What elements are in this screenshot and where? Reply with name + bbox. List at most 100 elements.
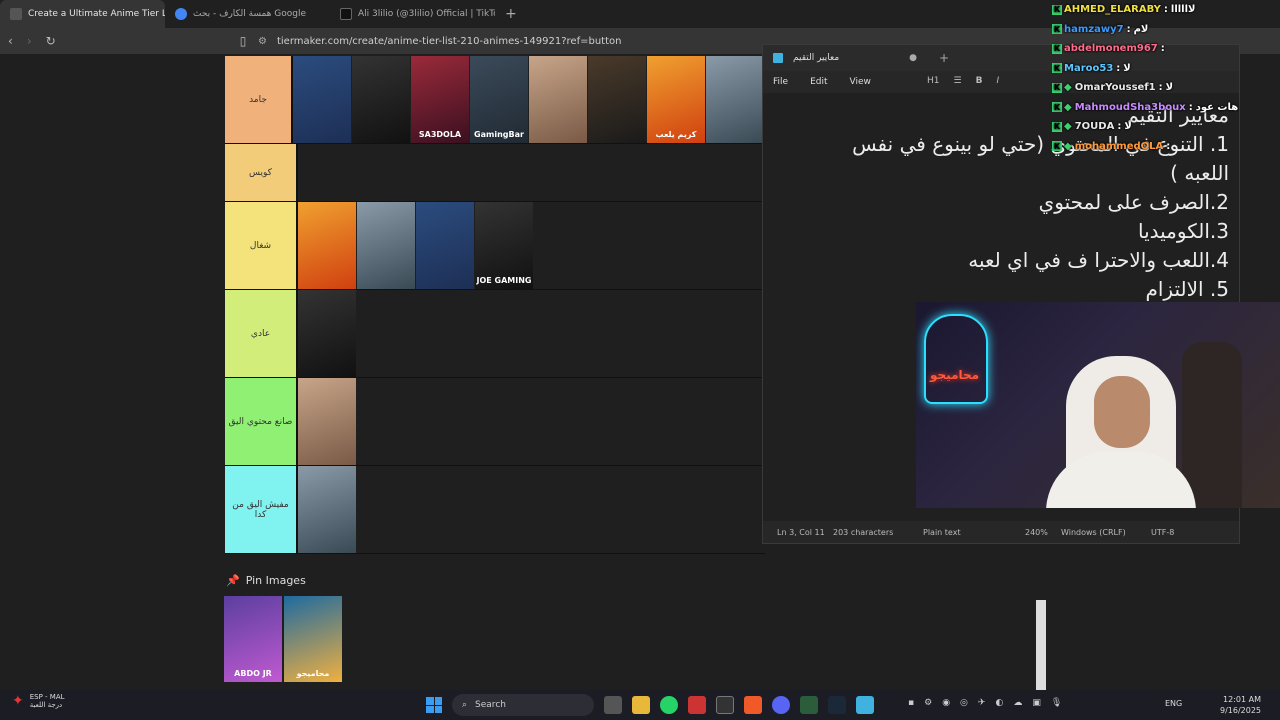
encoding[interactable]: UTF-8 <box>1151 528 1174 537</box>
kick-badge-icon: K <box>1052 102 1062 113</box>
close-tab-icon[interactable]: ● <box>909 53 917 63</box>
chat-username[interactable]: AHMED_ELARABY <box>1064 4 1161 15</box>
file-explorer-icon[interactable] <box>632 696 650 714</box>
browser-tab-3[interactable]: Ali 3lilio (@3lilio) Official | TikTok <box>330 0 495 28</box>
taskbar-search[interactable]: ⌕ Search <box>452 694 594 716</box>
tier-item-image[interactable]: JOE GAMING <box>475 202 533 289</box>
site-info-icon[interactable]: ⚙ <box>258 36 267 47</box>
tier-item-image[interactable]: كريم يلعب <box>647 56 705 143</box>
back-arrow-icon[interactable]: ‹ <box>8 34 13 48</box>
neon-sign-icon <box>924 314 988 404</box>
tier-items <box>298 466 765 553</box>
pin-icon: 📌 <box>226 574 240 587</box>
browser-tab-2[interactable]: همسة الكارف - بحث Google <box>165 0 330 28</box>
discord-icon[interactable] <box>772 696 790 714</box>
chat-text: لا <box>1124 121 1132 133</box>
menu-edit[interactable]: Edit <box>810 77 827 87</box>
heading-dropdown[interactable]: H1 <box>927 76 940 86</box>
app-icon[interactable] <box>800 696 818 714</box>
tier-item-image[interactable] <box>298 466 356 553</box>
clock-time: 12:01 AM <box>1223 695 1262 704</box>
tier-item-caption: كريم يلعب <box>655 130 697 139</box>
list-icon[interactable]: ☰ <box>954 76 962 86</box>
chat-separator: : <box>1160 43 1165 55</box>
tier-label[interactable]: صانع محتوي اليق <box>225 378 298 465</box>
steam-icon[interactable] <box>828 696 846 714</box>
bookmark-icon[interactable]: ▯ <box>240 34 247 48</box>
tier-item-image[interactable] <box>706 56 764 143</box>
new-tab-button[interactable]: + <box>939 51 949 65</box>
tier-item-image[interactable] <box>529 56 587 143</box>
tray-icon[interactable]: ◎ <box>960 698 968 708</box>
tray-icon[interactable]: ▪ <box>908 698 914 708</box>
tray-icon[interactable]: ✈ <box>978 698 986 708</box>
pin-image-1[interactable]: ABDO JR <box>224 596 282 682</box>
chat-username[interactable]: mohammedOLA <box>1075 141 1164 152</box>
chat-username[interactable]: abdelmonem967 <box>1064 43 1158 54</box>
new-tab-button[interactable]: + <box>495 6 527 22</box>
whatsapp-icon[interactable] <box>660 696 678 714</box>
chat-message: K ◆ OmarYoussef1: لا <box>1052 78 1280 98</box>
microphone-icon[interactable]: 🎙 <box>1051 698 1062 708</box>
tier-label[interactable]: عادي <box>225 290 298 377</box>
tier-item-image[interactable] <box>352 56 410 143</box>
page-scrollbar[interactable] <box>1036 600 1046 690</box>
tray-icon[interactable]: ▣ <box>1032 698 1041 708</box>
task-view-icon[interactable] <box>604 696 622 714</box>
chat-username[interactable]: hamzawy7 <box>1064 24 1124 35</box>
line-ending[interactable]: Windows (CRLF) <box>1061 528 1126 537</box>
menu-view[interactable]: View <box>850 77 871 87</box>
chat-username[interactable]: 7OUDA <box>1075 121 1115 132</box>
input-language[interactable]: ENG <box>1165 699 1182 708</box>
reload-icon[interactable]: ↻ <box>46 34 56 48</box>
tier-item-image[interactable]: SA3DOLA <box>411 56 469 143</box>
kick-badge-icon: K <box>1052 82 1062 93</box>
app-icon[interactable] <box>716 696 734 714</box>
taskbar-clock[interactable]: 12:01 AM 9/16/2025 <box>1220 694 1261 716</box>
snipping-tool-icon[interactable] <box>688 696 706 714</box>
tier-item-image[interactable] <box>293 56 351 143</box>
menu-file[interactable]: File <box>773 77 788 87</box>
tray-icon[interactable]: ⚙ <box>924 698 932 708</box>
tray-icon[interactable]: ◐ <box>995 698 1003 708</box>
tier-item-image[interactable] <box>588 56 646 143</box>
chat-username[interactable]: MahmoudSha3boux <box>1075 102 1186 113</box>
browser-tab-1[interactable]: Create a Ultimate Anime Tier List ✕ <box>0 0 165 28</box>
address-bar[interactable]: ⚙ tiermaker.com/create/anime-tier-list-2… <box>258 32 621 50</box>
notepad-taskbar-icon[interactable] <box>856 696 874 714</box>
tray-icon[interactable]: ◉ <box>942 698 950 708</box>
brave-browser-icon[interactable] <box>744 696 762 714</box>
widgets-button[interactable]: ✦ ESP - MAL درجة اللعبة <box>12 693 65 709</box>
text-line: 5. الالتزام <box>1145 277 1229 301</box>
tier-item-image[interactable] <box>298 378 356 465</box>
tier-item-image[interactable] <box>298 290 356 377</box>
neon-sign-text: محاميجو <box>930 368 980 382</box>
forward-arrow-icon[interactable]: › <box>27 34 32 48</box>
tier-label[interactable]: مفيش اليق من كدا <box>225 466 298 553</box>
pin-images-tray: ABDO JR محاميجو <box>224 596 342 682</box>
tier-item-image[interactable] <box>298 202 356 289</box>
esports-icon: ✦ <box>12 693 24 709</box>
tier-item-image[interactable] <box>416 202 474 289</box>
tier-item-image[interactable] <box>357 202 415 289</box>
tier-label[interactable]: كويس <box>225 144 298 201</box>
zoom-level[interactable]: 240% <box>1025 528 1048 537</box>
text-mode[interactable]: Plain text <box>923 528 961 537</box>
notepad-statusbar: Ln 3, Col 11 203 characters Plain text 2… <box>763 521 1239 543</box>
pin-image-caption: محاميجو <box>296 669 330 678</box>
tier-label[interactable]: جامد <box>225 56 293 143</box>
tier-label[interactable]: شغال <box>225 202 298 289</box>
chat-text: هات عود <box>1195 101 1239 113</box>
windows-start-icon[interactable] <box>426 697 442 713</box>
tray-icon[interactable]: ☁ <box>1013 698 1022 708</box>
notepad-tab-title[interactable]: معايير التقيم <box>793 53 839 63</box>
italic-button[interactable]: I <box>996 76 999 86</box>
chat-username[interactable]: Maroo53 <box>1064 63 1113 74</box>
bold-button[interactable]: B <box>976 76 983 86</box>
clock-date: 9/16/2025 <box>1220 706 1262 715</box>
browser-tab-title: همسة الكارف - بحث Google <box>193 9 307 19</box>
pin-image-2[interactable]: محاميجو <box>284 596 342 682</box>
tier-item-image[interactable]: GamingBar <box>470 56 528 143</box>
tier-items <box>298 378 765 465</box>
chat-username[interactable]: OmarYoussef1 <box>1075 82 1156 93</box>
